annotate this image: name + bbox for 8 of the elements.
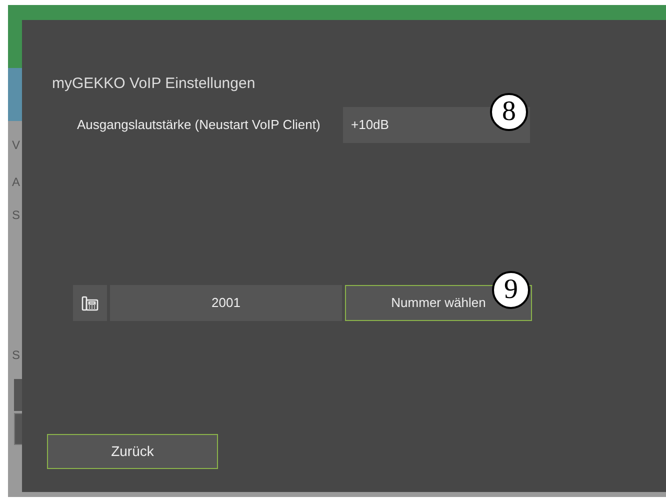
background-label: V [12, 139, 20, 151]
setting-label: Ausgangslautstärke (Neustart VoIP Client) [77, 116, 322, 134]
background-label: A [12, 176, 20, 188]
dialog-title: myGEKKO VoIP Einstellungen [52, 74, 256, 94]
callout-tooltip: 9 [492, 270, 530, 308]
background-label: S [12, 209, 20, 221]
background-label: S [12, 349, 20, 361]
callout-tooltip: 8 [490, 92, 528, 130]
